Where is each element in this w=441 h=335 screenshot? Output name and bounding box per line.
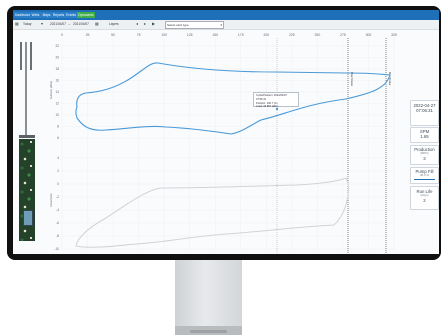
card-type-select[interactable]: Select card type ▾ (165, 21, 224, 29)
next-icon[interactable]: ▸ (144, 22, 148, 26)
x-tick-label: 50 (111, 33, 115, 37)
metric-pump-fill-value: 48.0 % (419, 173, 430, 177)
dynacard-chart[interactable]: 0 25 50 75 100 125 150 175 200 225 250 275 300 325 22 2… (46, 30, 398, 254)
metrics-panel: 2022-04-27 07:06:31 SPM 1.65 Production … (402, 30, 439, 254)
calendar-icon[interactable]: ▦ (95, 22, 99, 26)
end-date-field[interactable]: 2021/04/07 (73, 20, 89, 29)
card-type-select-label: Select card type (167, 23, 189, 27)
upper-y-tick-label: 14 (55, 90, 59, 94)
tab-maps[interactable]: Maps (41, 12, 52, 18)
upper-y-tick-label: 16 (55, 79, 59, 83)
metric-run-life-value: 2 (423, 197, 426, 203)
play-icon[interactable]: ▶ (152, 22, 156, 26)
wellhead (19, 135, 35, 138)
chevron-down-icon[interactable]: ▾ (41, 22, 45, 26)
lower-y-tick-label: -2 (56, 195, 59, 199)
tooltip-line-1: Cycle/Position: 2021/04/07 07:06:31 (256, 94, 287, 101)
range-select[interactable]: Today (23, 20, 32, 29)
pumpjack-right-post (30, 42, 32, 70)
upper-y-tick-label: 12 (55, 102, 59, 106)
lower-y-tick-label: -4 (56, 208, 59, 212)
lower-y-tick-label: -8 (56, 234, 59, 238)
layers-button[interactable]: Layers (109, 20, 119, 29)
downhole-pump (23, 210, 33, 226)
tab-wells[interactable]: Wells (30, 12, 41, 18)
metric-card-pump-fill: Pump Fill 48.0 % (410, 167, 439, 184)
dynacard-chart-svg: 0 25 50 75 100 125 150 175 200 225 250 275 300 325222… (49, 33, 397, 254)
lower-y-tick-label: -10 (54, 247, 59, 251)
tab-dynacards[interactable]: Dynacards (77, 12, 95, 18)
pump-fill-bar (414, 178, 435, 180)
x-tick-label: 300 (366, 33, 372, 37)
upper-y-tick-label: 6 (57, 136, 59, 140)
metric-card-spm: SPM 1.65 (410, 127, 439, 143)
wellbore-diagram (19, 42, 35, 241)
upper-y-tick-label: 8 (57, 125, 59, 129)
x-tick-label: 25 (86, 33, 90, 37)
max-stroke-label: Max Stroke (350, 72, 354, 87)
well-schematic-panel (13, 30, 41, 254)
lower-y-tick-label: 4 (57, 156, 59, 160)
tooltip-line-3: Load: 15.857 (klbs) (256, 105, 279, 109)
upper-y-tick-label: 20 (55, 56, 59, 60)
chart-tooltip: Cycle/Position: 2021/04/07 07:06:31 Posi… (253, 92, 299, 109)
chevron-down-icon: ▾ (220, 23, 222, 27)
x-tick-label: 275 (340, 33, 346, 37)
upper-y-tick-label: 18 (55, 67, 59, 71)
metric-card-run-life: Run Life (days) 2 (410, 186, 439, 210)
x-tick-label: 125 (187, 33, 193, 37)
x-tick-label: 175 (238, 33, 244, 37)
pumpjack-left-post (20, 42, 22, 70)
metric-production-value: 3 (423, 155, 426, 161)
x-tick-label: 0 (61, 33, 63, 37)
upper-y-tick-label: 22 (55, 44, 59, 48)
upper-y-tick-label: 10 (55, 113, 59, 117)
x-tick-label: 200 (263, 33, 269, 37)
top-tab-bar: Dashboard Wells Maps Reports Events Dyna… (13, 10, 439, 20)
tab-events[interactable]: Events (65, 12, 77, 18)
toolbar: ▦ Today ▾ 2021/04/07 → 2021/04/07 ▦ Laye… (13, 20, 439, 30)
start-date-field[interactable]: 2021/04/07 (50, 20, 66, 29)
downhole-card-line (75, 177, 349, 248)
lower-y-tick-label: 0 (57, 182, 59, 186)
app-screen: Dashboard Wells Maps Reports Events Dyna… (13, 10, 439, 254)
lower-y-tick-label: 2 (57, 169, 59, 173)
metric-card-timestamp: 2022-04-27 07:06:31 (410, 100, 439, 126)
tab-dashboard[interactable]: Dashboard (14, 12, 31, 18)
calendar-icon[interactable]: ▦ (15, 22, 19, 26)
lower-y-axis-label: Downhole (49, 193, 53, 207)
monitor-stand (175, 260, 242, 335)
x-tick-label: 250 (315, 33, 321, 37)
metric-card-production: Production (BPD) 3 (410, 145, 439, 165)
metric-time: 07:06:31 (416, 108, 433, 113)
tab-reports[interactable]: Reports (52, 12, 65, 18)
upper-y-axis-label: Surface (klbs) (49, 81, 53, 100)
monitor-stand-foot (190, 330, 227, 333)
x-tick-label: 150 (212, 33, 218, 37)
x-tick-label: 325 (391, 33, 397, 37)
metric-spm-value: 1.65 (420, 134, 429, 139)
previous-icon[interactable]: ◂ (136, 22, 140, 26)
arrow-right-icon: → (67, 21, 71, 26)
x-tick-label: 100 (161, 33, 167, 37)
polished-rod (25, 42, 27, 137)
x-tick-label: 75 (137, 33, 141, 37)
x-tick-label: 225 (289, 33, 295, 37)
lower-y-tick-label: -6 (56, 221, 59, 225)
